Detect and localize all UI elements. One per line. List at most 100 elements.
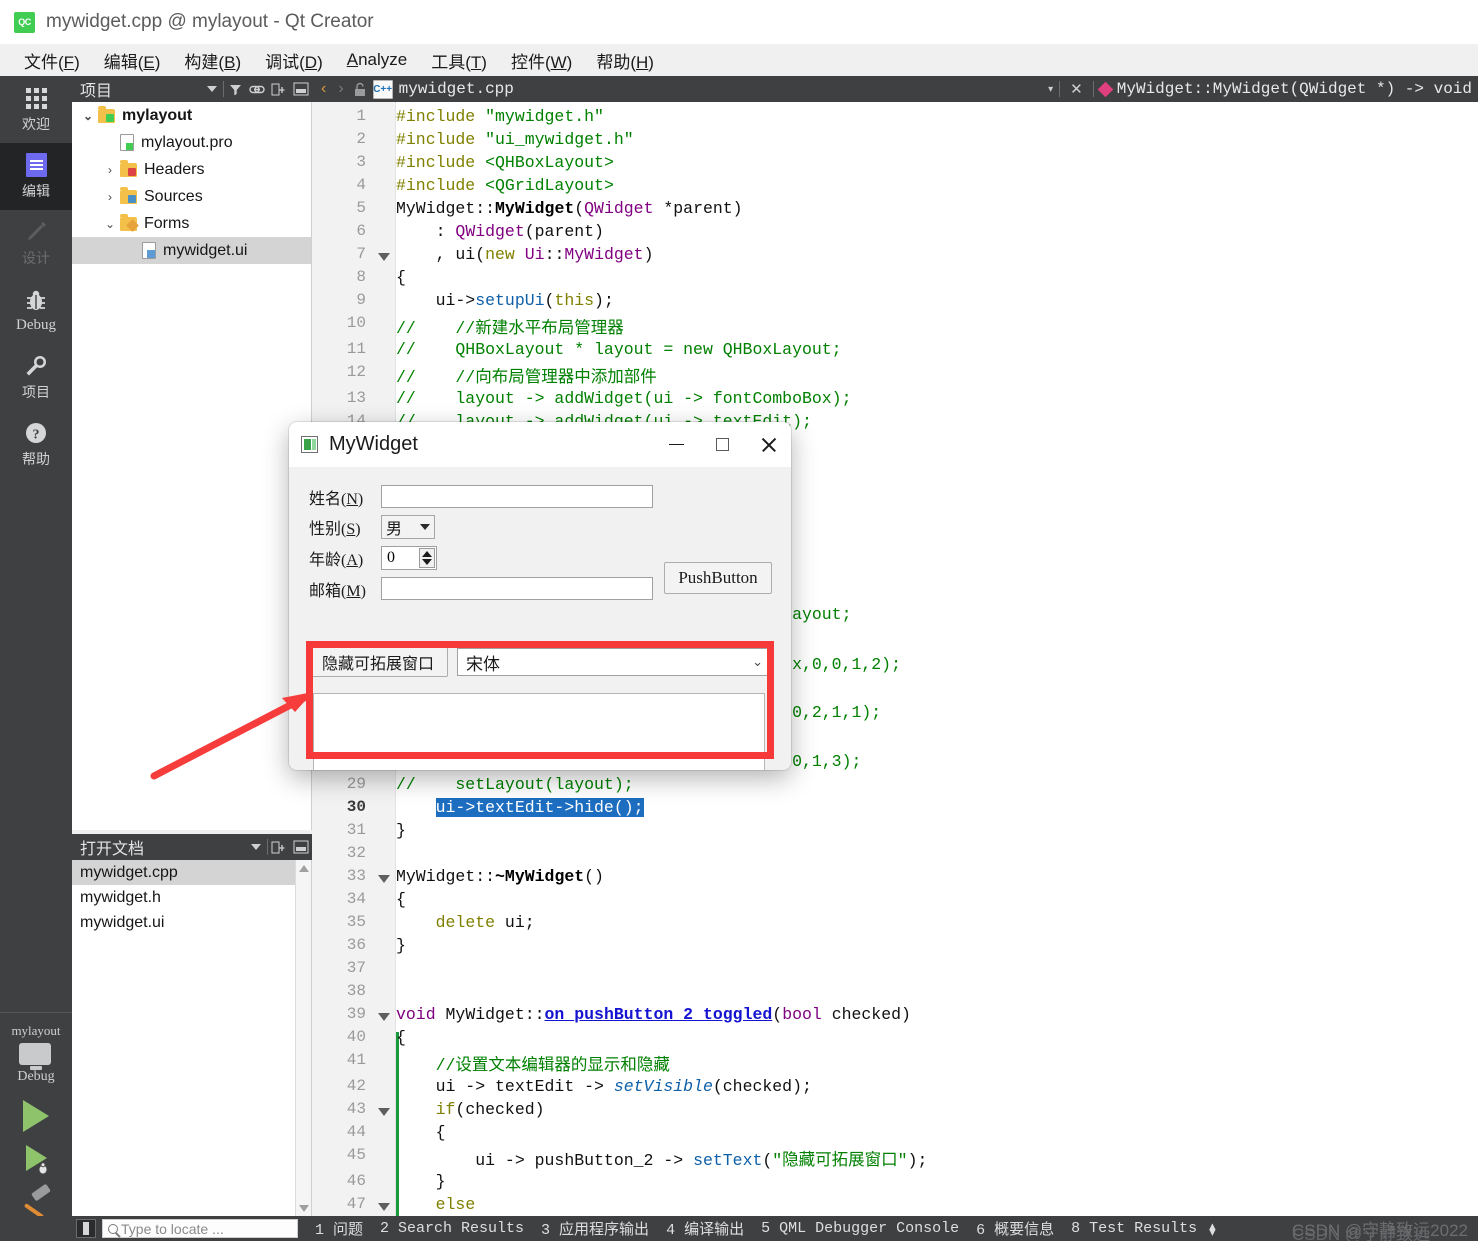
tree-item-sources[interactable]: › Sources [72,183,311,210]
chevron-down-icon[interactable] [201,78,223,100]
text-edit[interactable] [313,693,765,770]
close-button[interactable] [745,422,791,467]
fold-toggle-icon[interactable] [378,1013,390,1021]
fold-toggle-icon[interactable] [378,1108,390,1116]
open-document-item[interactable]: mywidget.ui [72,910,311,935]
folder-icon [120,159,137,177]
scroll-down-icon[interactable] [296,1200,312,1216]
file-dropdown-icon[interactable]: ▾ [1048,84,1053,95]
spinbox-arrows[interactable] [419,548,435,568]
split-icon[interactable] [268,78,290,100]
sidebar-item-debug[interactable]: Debug [0,277,72,344]
build-config-label: Debug [17,1069,55,1084]
tree-item-headers[interactable]: › Headers [72,156,311,183]
chevron-down-icon[interactable]: ⌄ [100,217,120,231]
fold-toggle-icon[interactable] [378,1203,390,1211]
spin-down-icon[interactable] [422,559,432,565]
editor-close-button[interactable]: ✕ [1066,80,1087,98]
status-pane-item-1[interactable]: 2 Search Results [380,1220,524,1237]
dialog-title: MyWidget [329,433,418,455]
line-number: 40 [346,1028,366,1046]
sidebar-item-edit[interactable]: 编辑 [0,143,72,210]
link-icon[interactable] [246,78,268,100]
status-pane-item-0[interactable]: 1 问题 [315,1218,363,1239]
spin-up-icon[interactable] [422,551,432,557]
sidebar-item-help[interactable]: ? 帮助 [0,411,72,478]
font-combobox[interactable]: 宋体 ⌄ [457,648,772,676]
code-line: { [396,1028,406,1047]
line-number: 5 [356,199,366,217]
filter-icon[interactable] [224,78,246,100]
chevron-down-icon[interactable]: ⌄ [78,109,98,123]
age-spinbox[interactable]: 0 [381,546,437,570]
current-symbol[interactable]: MyWidget::MyWidget(QWidget *) -> void [1117,80,1472,98]
close-panel-icon-2[interactable] [290,836,312,858]
chevron-right-icon[interactable]: › [100,190,120,204]
toggle-expand-button[interactable]: 隐藏可拓展窗口 [308,647,448,677]
build-button[interactable] [0,1179,72,1221]
menu-bar: 文件(F) 编辑(E) 构建(B) 调试(D) Analyze 工具(T) 控件(W) 帮助(… [0,44,1478,76]
tree-item-mylayout[interactable]: ⌄ mylayout [72,102,311,129]
close-panel-icon[interactable] [290,78,312,100]
menu-item-2[interactable]: 构建(B) [172,48,253,73]
maximize-button[interactable] [699,422,745,467]
label-age-key: A [346,552,358,569]
tree-item-mywidget-ui[interactable]: mywidget.ui [72,237,311,264]
symbol-marker-icon [1097,81,1114,97]
email-input[interactable] [381,577,653,600]
font-combobox-value: 宋体 [466,654,500,674]
status-pane-item-5[interactable]: 6 概要信息 [976,1218,1054,1239]
gender-combobox[interactable]: 男 [381,515,435,539]
nav-forward-button[interactable]: › [335,80,346,98]
fold-toggle-icon[interactable] [378,253,390,261]
nav-back-button[interactable]: ‹ [318,80,329,98]
debug-button[interactable] [0,1137,72,1179]
label-gender: 性别(S) [309,515,361,539]
output-pane-toggle[interactable]: ▴ ▾ [1209,1219,1216,1238]
sidebar-item-projects[interactable]: 项目 [0,344,72,411]
sidebar-item-welcome[interactable]: 欢迎 [0,76,72,143]
minimize-button[interactable] [653,422,699,467]
status-pane-item-4[interactable]: 5 QML Debugger Console [761,1220,959,1237]
status-pane-item-2[interactable]: 3 应用程序输出 [541,1218,649,1239]
split-icon-2[interactable] [268,836,290,858]
status-pane-item-6[interactable]: 8 Test Results [1071,1220,1197,1237]
chevron-right-icon[interactable]: › [100,163,120,177]
open-documents-scrollbar[interactable] [295,860,311,1216]
locator-placeholder: Type to locate ... [121,1220,224,1237]
line-number: 44 [346,1123,366,1141]
code-line: else [435,1195,476,1214]
line-number: 46 [346,1172,366,1190]
target-selector-icon[interactable] [19,1043,53,1070]
menu-item-7[interactable]: 帮助(H) [584,48,666,73]
open-document-item[interactable]: mywidget.cpp [72,860,311,885]
menu-item-1[interactable]: 编辑(E) [92,48,173,73]
menu-item-0[interactable]: 文件(F) [12,48,92,73]
tree-item-mylayout-pro[interactable]: mylayout.pro [72,129,311,156]
editor-filename[interactable]: mywidget.cpp [399,80,514,98]
sidebar-item-design[interactable]: 设计 [0,210,72,277]
code-line: delete ui; [435,913,535,932]
sidebar-toggle-icon[interactable] [76,1219,96,1238]
file-icon [120,134,134,151]
code-line: , ui(new Ui::MyWidget) [396,245,654,264]
menu-item-5[interactable]: 工具(T) [419,48,499,73]
menu-item-3[interactable]: 调试(D) [253,48,335,73]
status-pane-item-3[interactable]: 4 编译输出 [666,1218,744,1239]
mywidget-dialog[interactable]: MyWidget 姓名(N) 性别(S) 男 年龄(A) 0 邮箱(M) Pus… [289,422,791,770]
tree-item-label: Headers [144,160,205,178]
scroll-up-icon[interactable] [296,860,312,876]
run-button[interactable] [0,1095,72,1137]
lock-icon[interactable] [353,82,367,97]
menu-item-6[interactable]: 控件(W) [499,48,584,73]
open-document-item[interactable]: mywidget.h [72,885,311,910]
push-button[interactable]: PushButton [664,562,772,594]
fold-toggle-icon[interactable] [378,875,390,883]
chevron-down-icon-2[interactable] [245,836,267,858]
line-number: 1 [356,107,366,125]
locator-input[interactable]: Type to locate ... [102,1219,298,1238]
tree-item-forms[interactable]: ⌄ Forms [72,210,311,237]
menu-item-4[interactable]: Analyze [335,50,419,70]
name-input[interactable] [381,485,653,508]
status-bar: Type to locate ... 1 问题 2 Search Results 3… [0,1216,1478,1241]
